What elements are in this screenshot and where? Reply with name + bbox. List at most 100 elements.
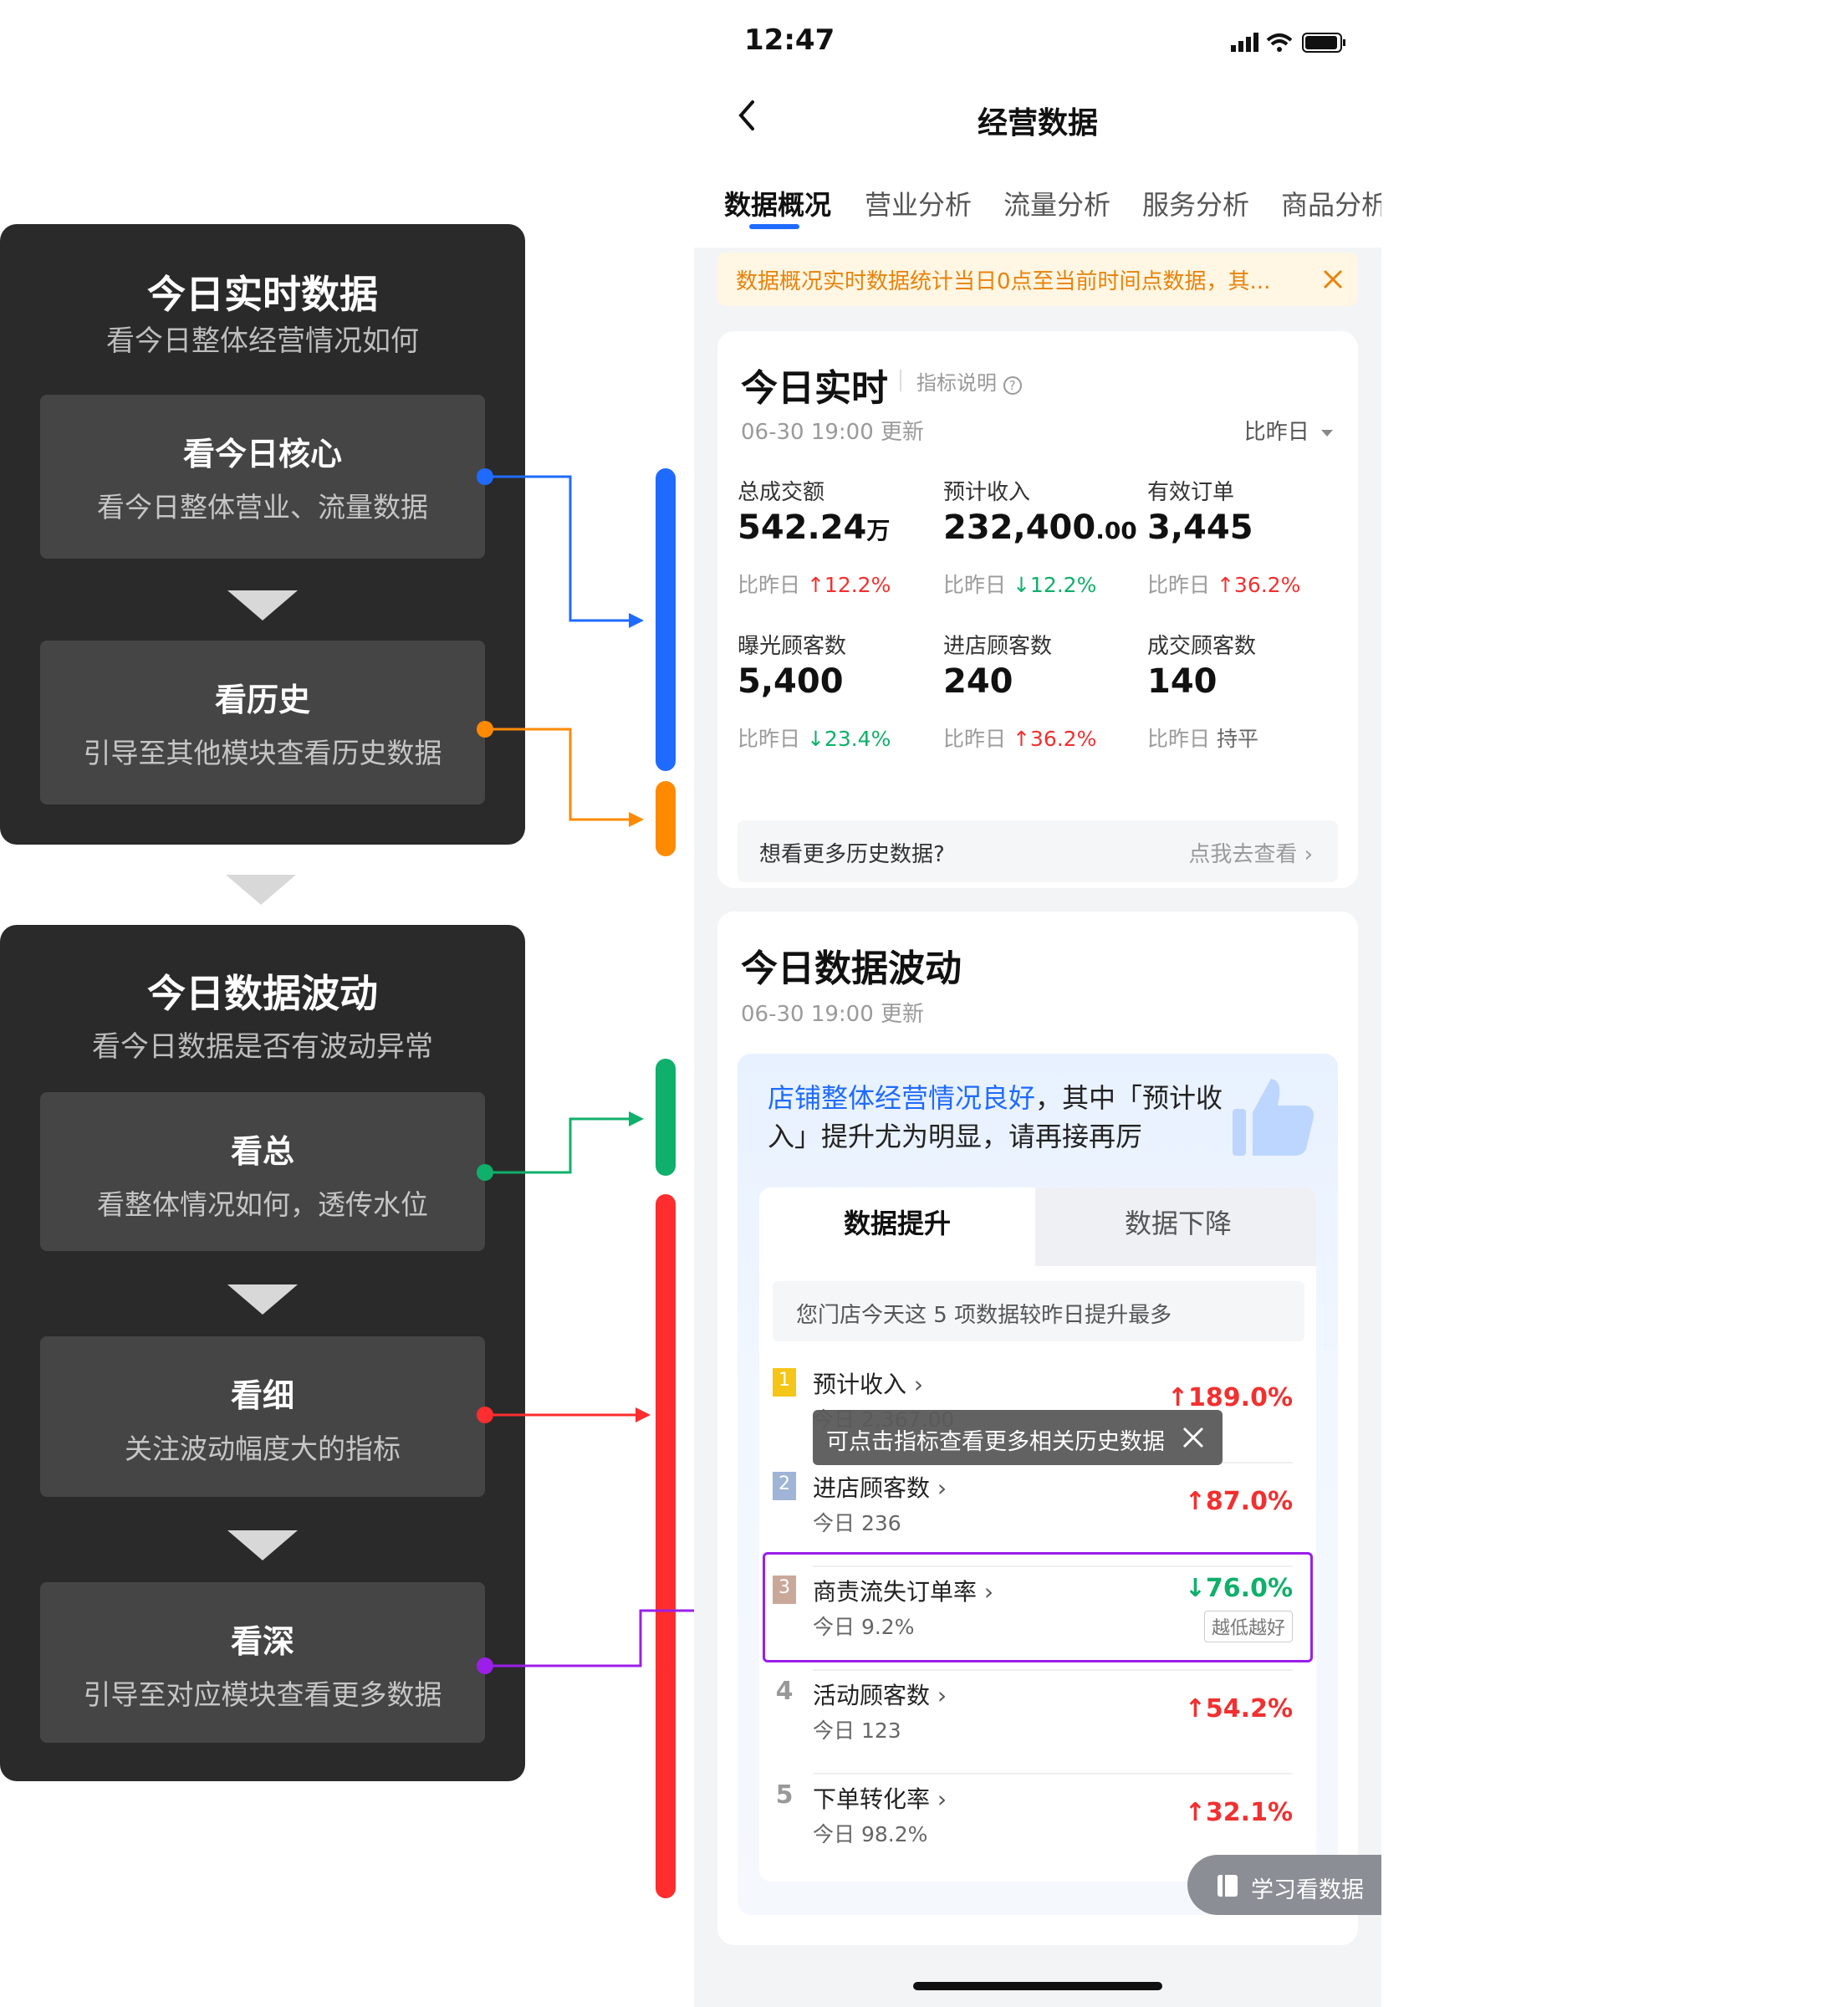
metric-value: 140 — [1147, 662, 1218, 701]
rank-item-name-text: 下单转化率 — [813, 1785, 931, 1813]
compare-change-value: 36.2% — [1233, 573, 1301, 597]
status-icons — [1231, 33, 1345, 53]
compare-label: 比昨日 — [943, 573, 1007, 597]
metric-value: 240 — [943, 662, 1013, 701]
rank-item-name[interactable]: 进店顾客数 › — [813, 1470, 947, 1504]
rank-item-name[interactable]: 下单转化率 › — [813, 1781, 947, 1815]
rank-row[interactable]: 4 活动顾客数 › 今日 123 ↑54.2% — [759, 1671, 1316, 1775]
metric-compare: 比昨日 ↓23.4% — [738, 723, 891, 753]
chevron-right-icon: › — [937, 1785, 947, 1813]
metric-label: 进店顾客数 — [943, 634, 1053, 659]
phone-screen: 12:47 经营数据 数据概况 营业分析 流量分析 服务分析 商品分析 数据概况… — [694, 0, 1381, 2007]
metric-value-number: 3,445 — [1147, 508, 1253, 547]
hint-tooltip: 可点击指标查看更多相关历史数据 — [813, 1410, 1223, 1465]
rank-item-change: ↑87.0% — [1185, 1487, 1293, 1516]
page-title: 经营数据 — [977, 106, 1098, 140]
arrow-up-icon: ↑ — [1216, 573, 1234, 597]
metric-label: 有效订单 — [1147, 480, 1235, 505]
rank-item-name-text: 预计收入 — [813, 1371, 907, 1398]
metric-help-link[interactable]: 指标说明 ? — [916, 366, 1022, 396]
arrow-down-icon: ↓ — [1012, 573, 1030, 597]
metric-item[interactable]: 成交顾客数 140 比昨日 持平 — [1147, 629, 1348, 754]
compare-change: ↑12.2% — [807, 573, 891, 597]
metric-item[interactable]: 有效订单 3,445 比昨日 ↑36.2% — [1147, 475, 1348, 600]
rank-item-change: ↑54.2% — [1185, 1694, 1293, 1724]
metric-label: 预计收入 — [943, 480, 1031, 505]
metric-value-number: 232,400 — [943, 508, 1096, 547]
rank-item-change: ↑189.0% — [1167, 1383, 1293, 1412]
arrow-down-icon: ↓ — [806, 727, 824, 751]
compare-change-value: 12.2% — [824, 573, 891, 597]
tab-data-down[interactable]: 数据下降 — [1040, 1203, 1316, 1241]
notice-bar: 数据概况实时数据统计当日0点至当前时间点数据，其... — [717, 253, 1358, 306]
tooltip-text: 可点击指标查看更多相关历史数据 — [826, 1429, 1165, 1455]
rank-item-change-value: 189.0% — [1188, 1383, 1293, 1412]
compare-select[interactable]: 比昨日 — [1244, 415, 1333, 446]
tab-traffic-analysis[interactable]: 流量分析 — [1003, 184, 1110, 222]
compare-change: ↑36.2% — [1013, 727, 1096, 751]
close-icon[interactable] — [1181, 1425, 1206, 1450]
more-history-label: 想看更多历史数据? — [759, 842, 945, 867]
update-time: 06-30 19:00 更新 — [741, 420, 925, 445]
metric-label: 总成交额 — [738, 480, 825, 505]
metric-compare: 比昨日 ↑36.2% — [1147, 569, 1300, 599]
tab-data-overview[interactable]: 数据概况 — [724, 184, 831, 222]
rank-item-name[interactable]: 预计收入 › — [813, 1366, 923, 1400]
rank-item-name[interactable]: 活动顾客数 › — [813, 1678, 947, 1711]
compare-label: 比昨日 — [943, 727, 1007, 751]
close-icon[interactable] — [1321, 268, 1345, 291]
rank-item-change-value: 54.2% — [1205, 1694, 1293, 1724]
question-icon: ? — [1003, 376, 1022, 395]
tab-data-up[interactable]: 数据提升 — [759, 1203, 1035, 1241]
metric-compare: 比昨日 ↑12.2% — [738, 569, 891, 599]
more-history-link[interactable]: 想看更多历史数据? 点我去查看 › — [738, 820, 1338, 882]
metric-value-number: 240 — [943, 662, 1013, 701]
learn-data-button[interactable]: 学习看数据 — [1187, 1855, 1381, 1915]
metric-value-unit: 万 — [866, 517, 891, 544]
tab-business-analysis[interactable]: 营业分析 — [865, 184, 972, 222]
metric-compare: 比昨日 ↑36.2% — [943, 723, 1096, 753]
arrow-up-icon: ↑ — [1012, 727, 1030, 751]
summary-text: 店铺整体经营情况良好，其中「预计收入」提升尤为明显，请再接再厉 — [768, 1079, 1236, 1156]
metric-value-number: 140 — [1147, 662, 1218, 701]
metric-item[interactable]: 总成交额 542.24万比昨日 ↑12.2% — [738, 475, 938, 600]
metric-item[interactable]: 曝光顾客数 5,400 比昨日 ↓23.4% — [738, 629, 938, 754]
metric-item[interactable]: 进店顾客数 240 比昨日 ↑36.2% — [943, 629, 1144, 754]
rank-info: 您门店今天这 5 项数据较昨日提升最多 — [773, 1281, 1304, 1341]
metric-value: 5,400 — [738, 662, 844, 701]
metric-label: 成交顾客数 — [1147, 634, 1257, 659]
metric-value: 542.24万 — [738, 508, 890, 547]
compare-change: ↑36.2% — [1217, 573, 1300, 597]
card-title: 今日数据波动 — [741, 947, 962, 990]
help-label: 指标说明 — [916, 371, 997, 395]
summary-panel: 店铺整体经营情况良好，其中「预计收入」提升尤为明显，请再接再厉 数据提升 数据下… — [738, 1054, 1338, 1915]
rank-item-today: 今日 123 — [813, 1718, 901, 1743]
chevron-right-icon: › — [1304, 842, 1313, 867]
rank-item-today: 今日 98.2% — [813, 1822, 928, 1846]
home-indicator — [913, 1982, 1162, 1990]
arrow-up-icon: ↑ — [1184, 1487, 1206, 1516]
arrow-up-icon: ↑ — [1184, 1798, 1206, 1827]
compare-change: ↓12.2% — [1013, 573, 1096, 597]
compare-label: 比昨日 — [1147, 727, 1211, 751]
status-time: 12:47 — [744, 23, 835, 57]
metric-item[interactable]: 预计收入 232,400.00 比昨日 ↓12.2% — [943, 475, 1144, 600]
learn-data-label: 学习看数据 — [1251, 1877, 1364, 1903]
rank-item-today: 今日 236 — [813, 1511, 901, 1535]
rank-item-change-value: 87.0% — [1205, 1487, 1293, 1516]
update-time: 06-30 19:00 更新 — [741, 1002, 925, 1027]
notice-text: 数据概况实时数据统计当日0点至当前时间点数据，其... — [736, 269, 1271, 294]
rank-badge: 1 — [773, 1368, 796, 1397]
card-title: 今日实时 — [741, 367, 888, 410]
rank-number: 4 — [775, 1677, 794, 1706]
caret-down-icon — [1321, 429, 1333, 437]
metric-value-number: 5,400 — [738, 662, 844, 701]
book-icon — [1218, 1875, 1238, 1897]
realtime-card: 今日实时 指标说明 ? 06-30 19:00 更新 比昨日 总成交额 542.2… — [717, 331, 1358, 888]
chevron-right-icon: › — [913, 1371, 924, 1398]
summary-highlight: 店铺整体经营情况良好 — [768, 1082, 1036, 1114]
tab-service-analysis[interactable]: 服务分析 — [1142, 184, 1249, 222]
metric-value: 232,400.00 — [943, 508, 1137, 547]
tab-product-analysis[interactable]: 商品分析 — [1281, 184, 1381, 222]
rank-item-name-text: 活动顾客数 — [813, 1682, 931, 1709]
